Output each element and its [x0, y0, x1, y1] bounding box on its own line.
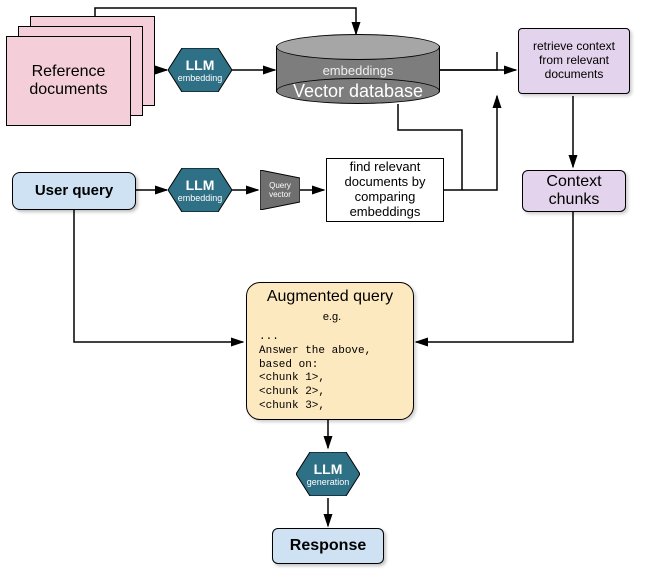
response-label: Response — [290, 537, 366, 555]
augmented-query-body: ... Answer the above, based on: <chunk 1… — [259, 331, 371, 414]
vector-db-label: Vector database — [293, 81, 423, 101]
query-vector-label: Query vector — [260, 181, 300, 199]
llm-generation-node: LLM generation — [296, 452, 360, 496]
reference-documents: Reference documents — [6, 16, 156, 128]
llm-sub-label: generation — [307, 477, 350, 487]
find-relevant-box: find relevant documents by comparing emb… — [326, 158, 444, 222]
llm-embedding-node-bottom: LLM embedding — [168, 168, 232, 212]
vector-db-small-label: embeddings — [276, 63, 440, 78]
response-box: Response — [272, 528, 384, 564]
find-relevant-text: find relevant documents by comparing emb… — [333, 160, 437, 220]
vector-database: embeddings Vector database — [276, 34, 440, 104]
context-chunks-label: Context chunks — [529, 173, 619, 210]
augmented-query-box: Augmented query e.g. ... Answer the abov… — [246, 282, 414, 420]
context-chunks-box: Context chunks — [522, 170, 626, 212]
retrieve-context-text: retrieve context from relevant documents — [525, 40, 623, 81]
augmented-query-eg: e.g. — [323, 311, 341, 323]
query-vector-node: Query vector — [260, 170, 300, 210]
llm-label: LLM — [186, 57, 215, 73]
user-query-label: User query — [35, 182, 113, 199]
llm-sub-label: embedding — [178, 73, 223, 83]
llm-sub-label: embedding — [178, 193, 223, 203]
reference-documents-label: Reference documents — [11, 63, 126, 99]
llm-label: LLM — [314, 461, 343, 477]
doc-sheet-front: Reference documents — [6, 36, 131, 126]
user-query-box: User query — [12, 172, 136, 210]
llm-embedding-node-top: LLM embedding — [168, 48, 232, 92]
retrieve-context-box: retrieve context from relevant documents — [518, 28, 630, 94]
llm-label: LLM — [186, 177, 215, 193]
augmented-query-title: Augmented query — [267, 288, 393, 305]
